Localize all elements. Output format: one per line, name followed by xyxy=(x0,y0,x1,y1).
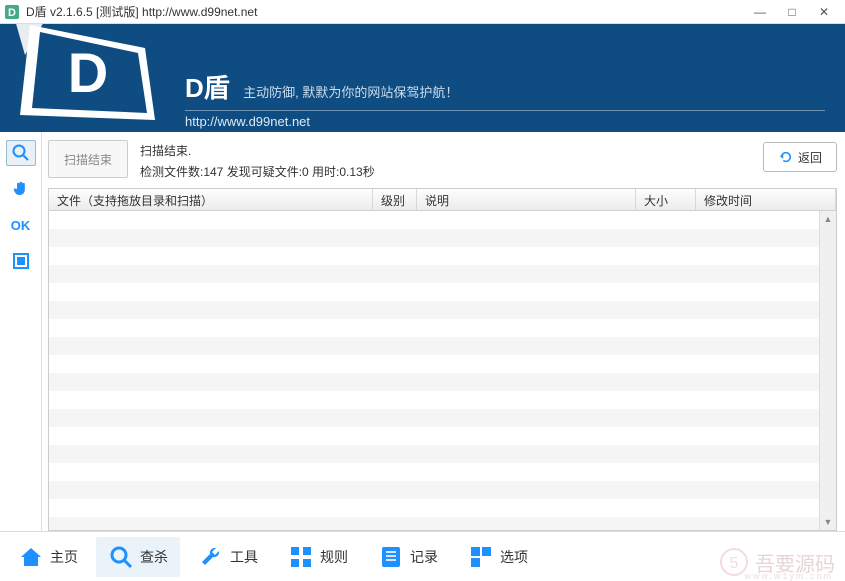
table-header: 文件（支持拖放目录和扫描） 级别 说明 大小 修改时间 xyxy=(49,189,836,211)
maximize-button[interactable]: □ xyxy=(783,5,801,19)
nav-home[interactable]: 主页 xyxy=(6,537,90,577)
side-toolbar: OK xyxy=(0,132,42,531)
watermark: 5 吾要源码 www.w1ym.com xyxy=(719,547,835,577)
banner-url: http://www.d99net.net xyxy=(185,114,310,129)
content-panel: 扫描结束 扫描结束. 检测文件数:147 发现可疑文件:0 用时:0.13秒 返… xyxy=(42,132,845,531)
app-icon: D xyxy=(4,4,20,20)
grid-icon xyxy=(288,544,314,570)
nav-scan[interactable]: 查杀 xyxy=(96,537,180,577)
th-time[interactable]: 修改时间 xyxy=(696,189,836,210)
app-name: D盾 xyxy=(185,68,230,105)
th-desc[interactable]: 说明 xyxy=(417,189,636,210)
svg-text:D: D xyxy=(68,41,108,104)
nav-scan-label: 查杀 xyxy=(140,547,168,567)
logo: D xyxy=(10,24,165,132)
side-square-icon[interactable] xyxy=(6,248,36,274)
status-line2: 检测文件数:147 发现可疑文件:0 用时:0.13秒 xyxy=(140,163,751,180)
home-icon xyxy=(18,544,44,570)
undo-icon xyxy=(778,150,792,164)
svg-text:D: D xyxy=(8,7,16,19)
th-level[interactable]: 级别 xyxy=(373,189,417,210)
results-table: 文件（支持拖放目录和扫描） 级别 说明 大小 修改时间 ▲ ▼ xyxy=(48,188,837,531)
list-icon xyxy=(378,544,404,570)
side-hand-icon[interactable] xyxy=(6,176,36,202)
status-text: 扫描结束. 检测文件数:147 发现可疑文件:0 用时:0.13秒 xyxy=(140,140,751,180)
scroll-up[interactable]: ▲ xyxy=(820,211,836,227)
nav-options[interactable]: 选项 xyxy=(456,537,540,577)
table-body[interactable]: ▲ ▼ xyxy=(49,211,836,530)
scan-end-button[interactable]: 扫描结束 xyxy=(48,140,128,178)
bottom-nav: 主页 查杀 工具 规则 记录 选项 5 吾要源码 www.w1ym.com xyxy=(0,531,845,581)
banner-text: D盾 主动防御, 默默为你的网站保驾护航！ xyxy=(185,68,458,105)
side-ok-icon[interactable]: OK xyxy=(6,212,36,238)
minimize-button[interactable]: — xyxy=(751,5,769,19)
side-search-icon[interactable] xyxy=(6,140,36,166)
nav-home-label: 主页 xyxy=(50,547,78,567)
banner-divider xyxy=(185,110,825,111)
nav-rules[interactable]: 规则 xyxy=(276,537,360,577)
th-file[interactable]: 文件（支持拖放目录和扫描） xyxy=(49,189,373,210)
status-line1: 扫描结束. xyxy=(140,142,751,159)
titlebar: D D盾 v2.1.6.5 [测试版] http://www.d99net.ne… xyxy=(0,0,845,24)
back-button[interactable]: 返回 xyxy=(763,142,837,172)
nav-record-label: 记录 xyxy=(410,547,438,567)
nav-tools[interactable]: 工具 xyxy=(186,537,270,577)
th-size[interactable]: 大小 xyxy=(636,189,696,210)
watermark-sub: www.w1ym.com xyxy=(744,571,833,581)
close-button[interactable]: ✕ xyxy=(815,5,833,19)
scroll-down[interactable]: ▼ xyxy=(820,514,836,530)
window-title: D盾 v2.1.6.5 [测试版] http://www.d99net.net xyxy=(26,3,751,20)
svg-text:5: 5 xyxy=(730,555,739,572)
nav-options-label: 选项 xyxy=(500,547,528,567)
nav-record[interactable]: 记录 xyxy=(366,537,450,577)
back-label: 返回 xyxy=(798,149,822,166)
banner: D D盾 主动防御, 默默为你的网站保驾护航！ http://www.d99ne… xyxy=(0,24,845,132)
window-controls: — □ ✕ xyxy=(751,5,841,19)
slogan: 主动防御, 默默为你的网站保驾护航！ xyxy=(243,85,458,100)
wrench-icon xyxy=(198,544,224,570)
status-row: 扫描结束 扫描结束. 检测文件数:147 发现可疑文件:0 用时:0.13秒 返… xyxy=(48,138,837,188)
magnify-icon xyxy=(108,544,134,570)
watermark-text: 吾要源码 xyxy=(755,548,835,577)
nav-tools-label: 工具 xyxy=(230,547,258,567)
main-area: OK 扫描结束 扫描结束. 检测文件数:147 发现可疑文件:0 用时:0.13… xyxy=(0,132,845,531)
options-icon xyxy=(468,544,494,570)
nav-rules-label: 规则 xyxy=(320,547,348,567)
